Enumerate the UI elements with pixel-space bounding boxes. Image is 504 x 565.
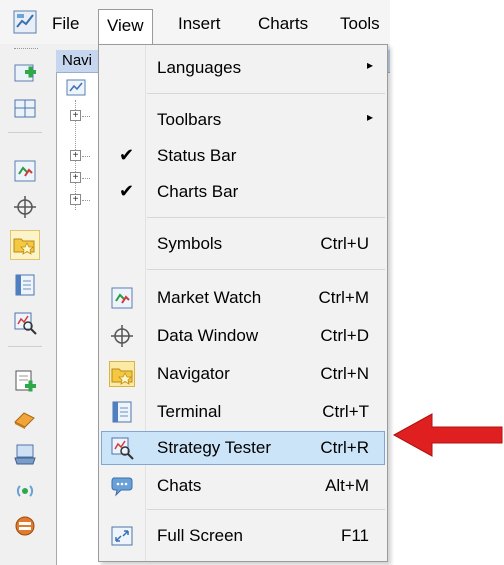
annotation-arrow-icon [392,413,503,457]
market-watch-icon[interactable] [10,156,40,186]
menu-item-toolbars[interactable]: Toolbars ▸ [101,103,385,137]
menu-item-label: Market Watch [157,288,262,307]
terminal-icon [109,399,135,425]
menu-item-label: Data Window [157,326,259,345]
menu-item-chats[interactable]: Chats Alt+M [101,469,385,503]
menu-item-charts-bar[interactable]: ✔ Charts Bar [101,175,385,209]
market-icon[interactable] [10,510,40,540]
menu-item-navigator[interactable]: Navigator Ctrl+N [101,357,385,391]
checkmark-icon: ✔ [119,181,135,201]
menu-item-label: Terminal [157,402,222,421]
menu-item-symbols[interactable]: Symbols Ctrl+U [101,227,385,261]
profiles-icon[interactable] [10,94,40,124]
new-order-icon[interactable] [10,366,40,396]
left-toolbar [0,44,50,565]
tree-expand-toggle[interactable]: + [70,150,81,161]
menu-item-label: Charts Bar [157,182,239,201]
app-logo-icon [13,10,37,34]
tree-branch [82,178,90,179]
menu-bar: File View Insert Charts Tools [0,0,390,45]
toolbar-separator [8,346,42,347]
menu-item-status-bar[interactable]: ✔ Status Bar [101,139,385,173]
menu-item-shortcut: Ctrl+N [320,364,369,383]
signals-icon[interactable] [10,440,40,470]
crosshair-icon[interactable] [10,192,40,222]
toolbar-separator [8,132,42,133]
menu-item-shortcut: Ctrl+M [318,288,369,307]
menu-item-label: Chats [157,476,202,495]
menu-item-label: Toolbars [157,110,222,129]
tree-expand-toggle[interactable]: + [70,172,81,183]
menu-separator [147,509,385,510]
tree-branch [82,116,90,117]
chat-bubble-icon [109,473,135,499]
navigator-title: Navi [62,52,93,69]
menu-item-label: Full Screen [157,526,243,545]
menu-item-strategy-tester[interactable]: Strategy Tester Ctrl+R [101,431,385,465]
strategy-tester-icon[interactable] [10,308,40,338]
menu-item-label: Navigator [157,364,230,383]
menu-view[interactable]: View [98,9,153,45]
tree-expand-toggle[interactable]: + [70,194,81,205]
menu-tools[interactable]: Tools [332,10,388,38]
menu-item-shortcut: F11 [340,526,369,545]
menu-separator [147,269,385,270]
eraser-icon[interactable] [10,404,40,434]
tree-expand-toggle[interactable]: + [70,110,81,121]
menu-separator [147,217,385,218]
menu-item-shortcut: Alt+M [325,476,369,495]
menu-charts[interactable]: Charts [250,10,316,38]
menu-item-languages[interactable]: Languages ▸ [101,51,385,85]
navigator-folder-icon [109,361,135,387]
menu-item-data-window[interactable]: Data Window Ctrl+D [101,319,385,353]
menu-separator [147,93,385,94]
menu-item-shortcut: Ctrl+D [320,326,369,345]
checkmark-icon: ✔ [119,145,135,165]
submenu-arrow-icon: ▸ [366,110,373,124]
navigator-folder-icon[interactable] [10,230,40,260]
menu-item-label: Languages [157,58,242,77]
crosshair-icon [109,323,135,349]
menu-insert[interactable]: Insert [170,10,229,38]
menu-item-shortcut: Ctrl+R [320,438,369,457]
terminal-icon[interactable] [10,270,40,300]
new-chart-icon[interactable] [10,58,40,88]
menu-item-full-screen[interactable]: Full Screen F11 [101,519,385,553]
menu-item-shortcut: Ctrl+T [322,402,369,421]
submenu-arrow-icon: ▸ [366,58,373,72]
tree-branch [82,156,90,157]
menu-item-shortcut: Ctrl+U [320,234,369,253]
radio-signal-icon[interactable] [10,476,40,506]
navigator-root-icon [66,79,86,96]
menu-item-label: Strategy Tester [157,438,272,457]
market-watch-icon [109,285,135,311]
menu-item-label: Symbols [157,234,223,253]
toolbar-grip[interactable] [14,48,38,51]
view-menu-dropdown: Languages ▸ Toolbars ▸ ✔ Status Bar ✔ Ch… [98,44,388,562]
fullscreen-icon [109,523,135,549]
tree-branch [82,200,90,201]
menu-file[interactable]: File [44,10,87,38]
menu-item-market-watch[interactable]: Market Watch Ctrl+M [101,281,385,315]
menu-item-terminal[interactable]: Terminal Ctrl+T [101,395,385,429]
strategy-tester-icon [109,435,135,461]
menu-item-label: Status Bar [157,146,237,165]
